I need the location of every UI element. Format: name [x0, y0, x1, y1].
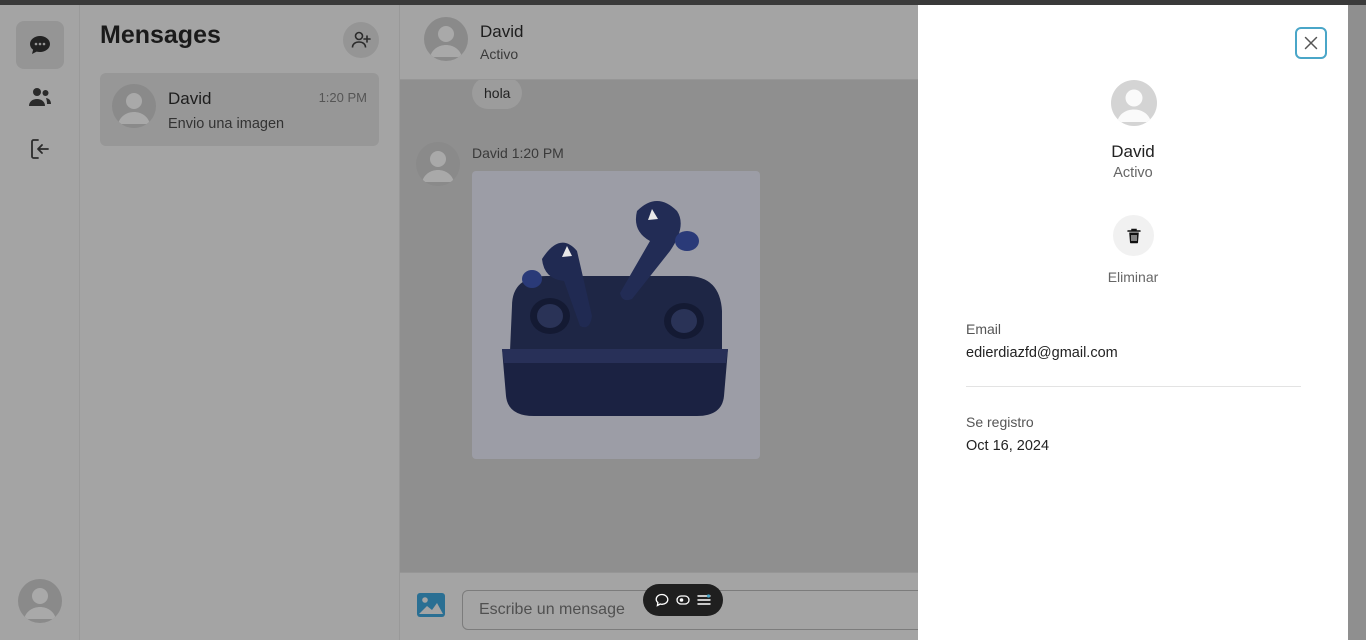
floating-toolbar [643, 584, 723, 616]
chat-bubble-icon [30, 36, 50, 54]
profile-avatar [1111, 80, 1157, 126]
backdrop-edge [1348, 5, 1366, 640]
user-avatar-icon [24, 588, 56, 619]
divider [966, 386, 1301, 387]
chat-contact-name[interactable]: David [480, 22, 523, 42]
avatar [416, 142, 460, 186]
message-author: David [472, 145, 508, 161]
sidebar-item-contacts[interactable] [16, 73, 64, 121]
avatar[interactable] [424, 17, 468, 61]
user-avatar-icon [118, 93, 150, 124]
sidebar-item-chats[interactable] [16, 21, 64, 69]
earbuds-image [502, 201, 728, 416]
delete-contact-button[interactable] [1113, 215, 1154, 256]
image-icon [417, 593, 445, 617]
current-user-avatar[interactable] [18, 579, 62, 623]
trash-icon [1126, 228, 1141, 243]
email-label: Email [966, 321, 1002, 337]
conversations-panel: Mensages David 1:20 PM Envio una imagen [80, 5, 400, 640]
add-contact-button[interactable] [343, 22, 379, 58]
conversations-title: Mensages [100, 21, 221, 49]
users-icon [29, 88, 51, 106]
attach-image-button[interactable] [416, 592, 446, 618]
close-icon [1304, 36, 1318, 50]
user-avatar-icon [430, 26, 462, 57]
user-avatar-icon [422, 151, 454, 182]
chat-contact-status: Activo [480, 46, 519, 62]
eye-icon[interactable] [675, 592, 691, 608]
icon-sidebar [0, 5, 80, 640]
conversation-time: 1:20 PM [318, 90, 367, 105]
message-meta: David 1:20 PM [472, 145, 564, 161]
conversation-last-message: Envio una imagen [168, 116, 285, 132]
avatar [112, 84, 156, 128]
conversation-name: David [168, 89, 212, 108]
message-time: 1:20 PM [511, 145, 564, 161]
add-user-icon [351, 31, 371, 48]
sidebar-item-logout[interactable] [16, 125, 64, 173]
menu-icon[interactable] [696, 592, 712, 608]
contact-profile-panel: David Activo Eliminar Email edierdiazfd@… [918, 5, 1348, 640]
profile-status: Activo [1113, 165, 1153, 181]
comment-icon[interactable] [654, 592, 670, 608]
message-bubble: hola [472, 77, 523, 109]
registered-label: Se registro [966, 414, 1034, 430]
chat-panel: David Activo hola David 1:20 PM [400, 5, 932, 640]
conversation-item[interactable]: David 1:20 PM Envio una imagen [100, 73, 379, 146]
message-image[interactable] [472, 171, 760, 459]
user-avatar-icon [1117, 89, 1151, 122]
chat-header: David Activo [400, 5, 918, 80]
delete-label: Eliminar [1107, 269, 1159, 285]
profile-name: David [1111, 142, 1155, 161]
registered-value: Oct 16, 2024 [966, 438, 1050, 454]
logout-icon [31, 139, 49, 159]
close-panel-button[interactable] [1295, 27, 1327, 59]
email-value: edierdiazfd@gmail.com [966, 345, 1118, 361]
